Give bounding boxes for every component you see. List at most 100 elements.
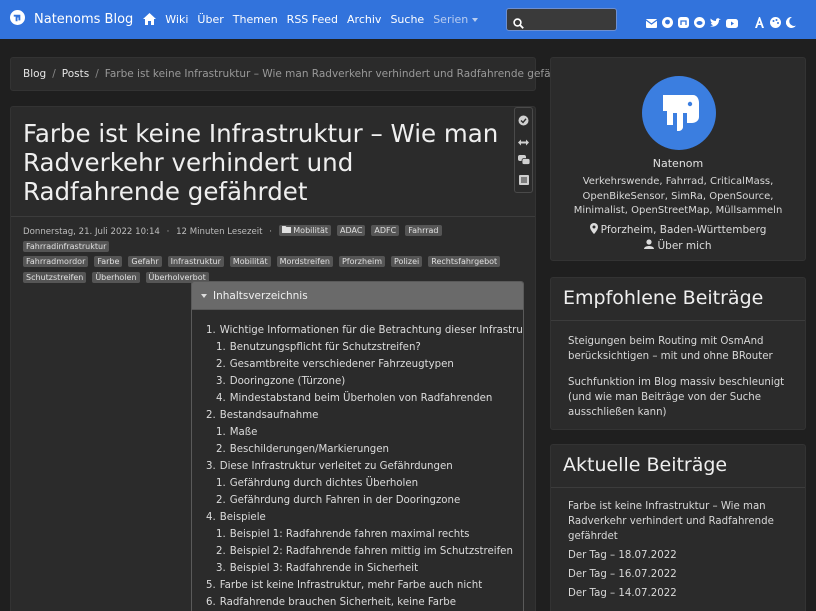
meta-separator: ·	[166, 227, 170, 237]
recommended-posts-title: Empfohlene Beiträge	[563, 287, 764, 309]
nav-link-ueber[interactable]: Über	[197, 13, 223, 26]
user-icon	[644, 239, 657, 252]
toc-item-text: Radfahrende brauchen Sicherheit, keine F…	[219, 597, 456, 608]
dark-mode-moon-icon[interactable]	[785, 13, 796, 32]
mail-icon[interactable]	[645, 13, 658, 32]
tag-fahrradinfrastruktur[interactable]: Fahrradinfrastruktur	[23, 240, 110, 252]
toc-item[interactable]: 1. Maße	[192, 424, 523, 441]
breadcrumb: Blog / Posts / Farbe ist keine Infrastru…	[10, 57, 579, 91]
font-size-icon[interactable]	[754, 13, 765, 32]
toc-item[interactable]: 1. Gefährdung durch dichtes Überholen	[192, 475, 523, 492]
nav-link-archiv[interactable]: Archiv	[347, 13, 381, 26]
breadcrumb-current: Farbe ist keine Infrastruktur – Wie man …	[104, 68, 579, 80]
tag-fahrrad[interactable]: Fahrrad	[405, 225, 442, 236]
search-input[interactable]	[529, 11, 613, 28]
github-icon[interactable]	[662, 13, 673, 32]
toc-item-text: Benutzungspflicht für Schutzstreifen?	[229, 342, 421, 353]
tag-infrastruktur[interactable]: Infrastruktur	[167, 256, 224, 267]
toc-item[interactable]: 4. Beispiele	[192, 509, 523, 526]
tag-fahrradmordor[interactable]: Fahrradmordor	[23, 256, 89, 267]
toc-item-text: Wichtige Informationen für die Betrachtu…	[219, 325, 524, 336]
tag-mobilitaet[interactable]: Mobilität	[229, 256, 271, 267]
tag-farbe[interactable]: Farbe	[94, 256, 123, 267]
tag-pforzheim[interactable]: Pforzheim	[338, 256, 386, 267]
avatar[interactable]	[642, 76, 716, 150]
toc-list-icon[interactable]	[518, 170, 529, 189]
nav-link-suche[interactable]: Suche	[390, 13, 424, 26]
toc-item-text: Beispiel 1: Radfahrende fahren maximal r…	[229, 529, 470, 540]
toc-item[interactable]: 2. Beispiel 2: Radfahrende fahren mittig …	[192, 543, 523, 560]
youtube-icon[interactable]	[726, 13, 738, 32]
comments-icon[interactable]	[517, 150, 530, 169]
toc-item-number: 1.	[216, 529, 226, 540]
toc-item-number: 1.	[216, 478, 226, 489]
recent-post-link[interactable]: Der Tag – 14.07.2022	[568, 586, 794, 601]
tag-adfc[interactable]: ADFC	[371, 225, 400, 236]
reddit-icon[interactable]	[694, 13, 705, 32]
map-marker-icon	[589, 223, 601, 237]
category-label: Mobilität	[293, 226, 328, 235]
breadcrumb-separator: /	[52, 68, 56, 80]
card-divider	[551, 487, 805, 488]
meta-separator: ·	[269, 227, 272, 237]
toc-item[interactable]: 3. Dooringzone (Türzone)	[192, 373, 523, 390]
recommended-post-link[interactable]: Suchfunktion im Blog massiv beschleunigt…	[568, 375, 794, 420]
width-arrows-icon[interactable]	[518, 131, 529, 150]
toc-item-number: 2.	[216, 359, 226, 370]
profile-name: Natenom	[652, 157, 704, 170]
toc-item-text: Gefährdung durch dichtes Überholen	[229, 478, 419, 489]
mastodon-icon[interactable]	[678, 13, 689, 32]
elephant-logo-icon	[10, 10, 25, 29]
toc-item-number: 2.	[216, 546, 226, 557]
recent-post-link[interactable]: Der Tag – 18.07.2022	[568, 548, 794, 563]
toc-item[interactable]: 1. Beispiel 1: Radfahrende fahren maximal…	[192, 526, 523, 543]
recommended-post-link[interactable]: Steigungen beim Routing mit OsmAnd berüc…	[568, 334, 794, 364]
nav-dropdown-serien[interactable]: Serien	[433, 13, 479, 26]
recent-posts-card: Aktuelle Beiträge Farbe ist keine Infras…	[550, 444, 806, 611]
tag-ueberholen[interactable]: Überholen	[92, 271, 140, 283]
toc-toggle[interactable]: Inhaltsverzeichnis	[192, 282, 523, 310]
post-meta: Donnerstag, 21. Juli 2022 10:14 · 12 Min…	[23, 225, 523, 287]
toc-item[interactable]: 3. Beispiel 3: Radfahrende in Sicherheit	[192, 560, 523, 577]
toc-item[interactable]: 2. Beschilderungen/Markierungen	[192, 441, 523, 458]
toc-item-text: Maße	[229, 427, 258, 438]
check-circle-icon[interactable]	[518, 111, 529, 130]
toc-item[interactable]: 1. Benutzungspflicht für Schutzstreifen?	[192, 339, 523, 356]
tag-polizei[interactable]: Polizei	[391, 256, 423, 267]
tag-schutzstreifen[interactable]: Schutzstreifen	[23, 271, 87, 283]
toc-item[interactable]: 4. Mindestabstand beim Überholen von Radf…	[192, 390, 523, 407]
breadcrumb-posts[interactable]: Posts	[62, 68, 89, 80]
nav-link-themen[interactable]: Themen	[233, 13, 278, 26]
tag-adac[interactable]: ADAC	[337, 225, 366, 236]
search-icon	[513, 14, 524, 33]
brand-link[interactable]: Natenoms Blog	[10, 10, 133, 29]
toc-item-number: 6.	[206, 597, 216, 608]
toc-item-number: 2.	[216, 444, 226, 455]
breadcrumb-blog[interactable]: Blog	[23, 68, 46, 80]
recommended-posts-card: Empfohlene Beiträge Steigungen beim Rout…	[550, 277, 806, 430]
toc-item[interactable]: 2. Bestandsaufnahme	[192, 407, 523, 424]
search-box[interactable]	[506, 8, 617, 31]
toc-item[interactable]: 2. Gefährdung durch Fahren in der Dooring…	[192, 492, 523, 509]
recent-post-link[interactable]: Der Tag – 16.07.2022	[568, 567, 794, 582]
home-icon[interactable]	[143, 10, 157, 29]
nav-link-rss-feed[interactable]: RSS Feed	[287, 13, 338, 26]
toc-item[interactable]: 6. Radfahrende brauchen Sicherheit, keine…	[192, 594, 523, 611]
folder-icon	[281, 226, 291, 235]
tag-rechtsfahrgebot[interactable]: Rechtsfahrgebot	[428, 256, 501, 267]
toc-item[interactable]: 2. Gesamtbreite verschiedener Fahrzeugtyp…	[192, 356, 523, 373]
category-badge[interactable]: Mobilität	[278, 225, 331, 236]
tag-gefahr[interactable]: Gefahr	[128, 256, 162, 267]
recent-post-link[interactable]: Farbe ist keine Infrastruktur – Wie man …	[568, 499, 794, 544]
toc-item[interactable]: 1. Wichtige Informationen für die Betrach…	[192, 322, 524, 339]
toc-item[interactable]: 3. Diese Infrastruktur verleitet zu Gefäh…	[192, 458, 523, 475]
palette-icon[interactable]	[770, 13, 781, 32]
tag-mordstreifen[interactable]: Mordstreifen	[276, 256, 333, 267]
toc-item-text: Beispiele	[219, 512, 266, 523]
toc-item-text: Beispiel 3: Radfahrende in Sicherheit	[229, 563, 419, 574]
about-me-link[interactable]: Über mich	[551, 239, 805, 252]
nav-link-wiki[interactable]: Wiki	[165, 13, 188, 26]
twitter-icon[interactable]	[710, 13, 721, 32]
breadcrumb-separator: /	[95, 68, 99, 80]
toc-item[interactable]: 5. Farbe ist keine Infrastruktur, mehr Fa…	[192, 577, 523, 594]
